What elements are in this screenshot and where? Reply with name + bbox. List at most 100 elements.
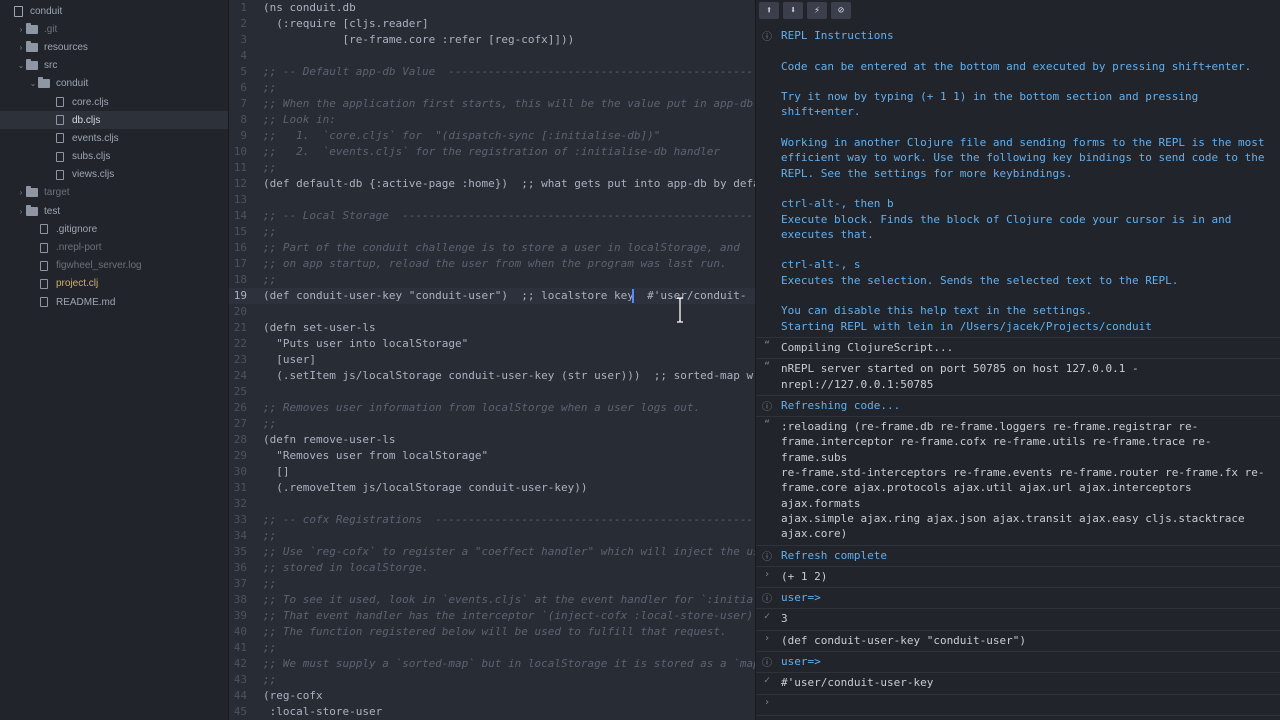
tree-item[interactable]: ⌄ src: [0, 57, 228, 75]
tree-item[interactable]: › .git: [0, 20, 228, 38]
code-line[interactable]: 29 "Removes user from localStorage": [229, 448, 755, 464]
history-up-button[interactable]: ⬆: [759, 2, 779, 19]
code-line[interactable]: 17 ;; on app startup, reload the user fro…: [229, 256, 755, 272]
tree-item[interactable]: figwheel_server.log: [0, 257, 228, 275]
code-line[interactable]: 39 ;; That event handler has the intercep…: [229, 608, 755, 624]
repl-entry: › (def conduit-user-key "conduit-user"): [756, 631, 1280, 652]
code-line[interactable]: 2 (:require [cljs.reader]: [229, 16, 755, 32]
file-icon: [56, 169, 64, 180]
chevron-right-icon[interactable]: ›: [16, 25, 26, 34]
repl-line: 3: [781, 612, 788, 626]
code-line[interactable]: 5 ;; -- Default app-db Value ------------…: [229, 64, 755, 80]
interrupt-button[interactable]: ⚡: [807, 2, 827, 19]
code-line[interactable]: 14 ;; -- Local Storage ------------------…: [229, 208, 755, 224]
tree-item[interactable]: views.cljs: [0, 166, 228, 184]
line-number: 28: [233, 433, 247, 446]
line-number: 40: [233, 625, 247, 638]
chevron-down-icon[interactable]: ⌄: [16, 61, 26, 70]
tree-item[interactable]: project.clj: [0, 275, 228, 293]
repl-line: frame.interceptor re-frame.cofx re-frame…: [781, 435, 1212, 464]
code-line[interactable]: 38 ;; To see it used, look in `events.clj…: [229, 592, 755, 608]
code-line[interactable]: 36 ;; stored in localStorge.: [229, 560, 755, 576]
tree-item[interactable]: README.md: [0, 293, 228, 311]
file-icon: [56, 115, 64, 126]
code-line[interactable]: 35 ;; Use `reg-cofx` to register a "coeff…: [229, 544, 755, 560]
tree-item[interactable]: db.cljs: [0, 111, 228, 130]
code-line[interactable]: 34;;: [229, 528, 755, 544]
line-number: 39: [233, 609, 247, 622]
tree-item[interactable]: events.cljs: [0, 129, 228, 147]
line-number: 42: [233, 657, 247, 670]
line-number: 41: [233, 641, 247, 654]
code-line[interactable]: 33 ;; -- cofx Registrations -------------…: [229, 512, 755, 528]
code-line[interactable]: 8 ;; Look in:: [229, 112, 755, 128]
repl-line: nREPL server started on port 50785 on ho…: [781, 362, 1139, 376]
code-line[interactable]: 10 ;; 2. `events.cljs` for the registrati…: [229, 144, 755, 160]
code-editor[interactable]: 1 (ns conduit.db 2 (:require [cljs.reader]…: [229, 0, 755, 720]
code-line[interactable]: 28 (defn remove-user-ls: [229, 432, 755, 448]
chevron-down-icon[interactable]: ⌄: [28, 79, 38, 88]
code-line[interactable]: 41;;: [229, 640, 755, 656]
code-line[interactable]: 11;;: [229, 160, 755, 176]
tree-item[interactable]: › target: [0, 184, 228, 202]
repl-line: re-frame.std-interceptors re-frame.event…: [781, 466, 1265, 480]
line-number: 5: [240, 65, 247, 78]
tree-item[interactable]: core.cljs: [0, 93, 228, 111]
code-text: ;;: [263, 225, 277, 238]
tree-item[interactable]: conduit: [0, 2, 228, 20]
code-line[interactable]: 32: [229, 496, 755, 512]
code-line[interactable]: 4: [229, 48, 755, 64]
code-line[interactable]: 42 ;; We must supply a `sorted-map` but i…: [229, 656, 755, 672]
code-line[interactable]: 37;;: [229, 576, 755, 592]
code-line[interactable]: 44 (reg-cofx: [229, 688, 755, 704]
code-line[interactable]: 31 (.removeItem js/localStorage conduit-…: [229, 480, 755, 496]
tree-item[interactable]: › test: [0, 202, 228, 220]
folder-icon: [38, 77, 50, 89]
code-line[interactable]: 15;;: [229, 224, 755, 240]
code-line[interactable]: 7 ;; When the application first starts, t…: [229, 96, 755, 112]
code-line[interactable]: 27;;: [229, 416, 755, 432]
code-line[interactable]: 40 ;; The function registered below will …: [229, 624, 755, 640]
line-number: 35: [233, 545, 247, 558]
code-line[interactable]: 45 :local-store-user: [229, 704, 755, 720]
code-text: ;; We must supply a `sorted-map` but in …: [263, 657, 755, 670]
code-line[interactable]: 9 ;; 1. `core.cljs` for "(dispatch-sync […: [229, 128, 755, 144]
code-line[interactable]: 12 (def default-db {:active-page :home}) …: [229, 176, 755, 192]
line-number: 30: [233, 465, 247, 478]
code-line[interactable]: 43;;: [229, 672, 755, 688]
clear-button[interactable]: ⊘: [831, 2, 851, 19]
code-line[interactable]: 6;;: [229, 80, 755, 96]
repl-entry: ⓘ Refresh complete: [756, 546, 1280, 567]
chevron-right-icon[interactable]: ›: [16, 207, 26, 216]
tree-item[interactable]: ⌄ conduit: [0, 75, 228, 93]
tree-item-label: src: [44, 60, 58, 72]
code-text: ;; Removes user information from localSt…: [263, 401, 701, 414]
code-text: ;; To see it used, look in `events.cljs`…: [263, 593, 755, 606]
history-down-button[interactable]: ⬇: [783, 2, 803, 19]
repl-line: You can disable this help text in the se…: [781, 304, 1093, 318]
tree-item[interactable]: subs.cljs: [0, 148, 228, 166]
code-line[interactable]: 13: [229, 192, 755, 208]
code-line[interactable]: 22 "Puts user into localStorage": [229, 336, 755, 352]
repl-line: Executes the selection. Sends the select…: [781, 273, 1179, 287]
repl-line: ajax.simple ajax.ring ajax.json ajax.tra…: [781, 511, 1245, 525]
repl-line: Working in another Clojure file and send…: [781, 136, 1265, 150]
code-line[interactable]: 16 ;; Part of the conduit challenge is to…: [229, 240, 755, 256]
tree-item[interactable]: .nrepl-port: [0, 238, 228, 256]
code-line[interactable]: 1 (ns conduit.db: [229, 0, 755, 16]
code-line[interactable]: 30 []: [229, 464, 755, 480]
chevron-right-icon[interactable]: ›: [16, 43, 26, 52]
code-line[interactable]: 18;;: [229, 272, 755, 288]
tree-item[interactable]: .gitignore: [0, 220, 228, 238]
chevron-right-icon[interactable]: ›: [16, 188, 26, 197]
code-line[interactable]: 26 ;; Removes user information from local…: [229, 400, 755, 416]
code-line[interactable]: 23 [user]: [229, 352, 755, 368]
line-number: 10: [233, 145, 247, 158]
code-line[interactable]: 24 (.setItem js/localStorage conduit-use…: [229, 368, 755, 384]
info-icon: ⓘ: [762, 32, 772, 43]
code-line[interactable]: 25: [229, 384, 755, 400]
code-text: ;; The function registered below will be…: [263, 625, 727, 638]
tree-item[interactable]: › resources: [0, 38, 228, 56]
code-line[interactable]: 3 [re-frame.core :refer [reg-cofx]])): [229, 32, 755, 48]
